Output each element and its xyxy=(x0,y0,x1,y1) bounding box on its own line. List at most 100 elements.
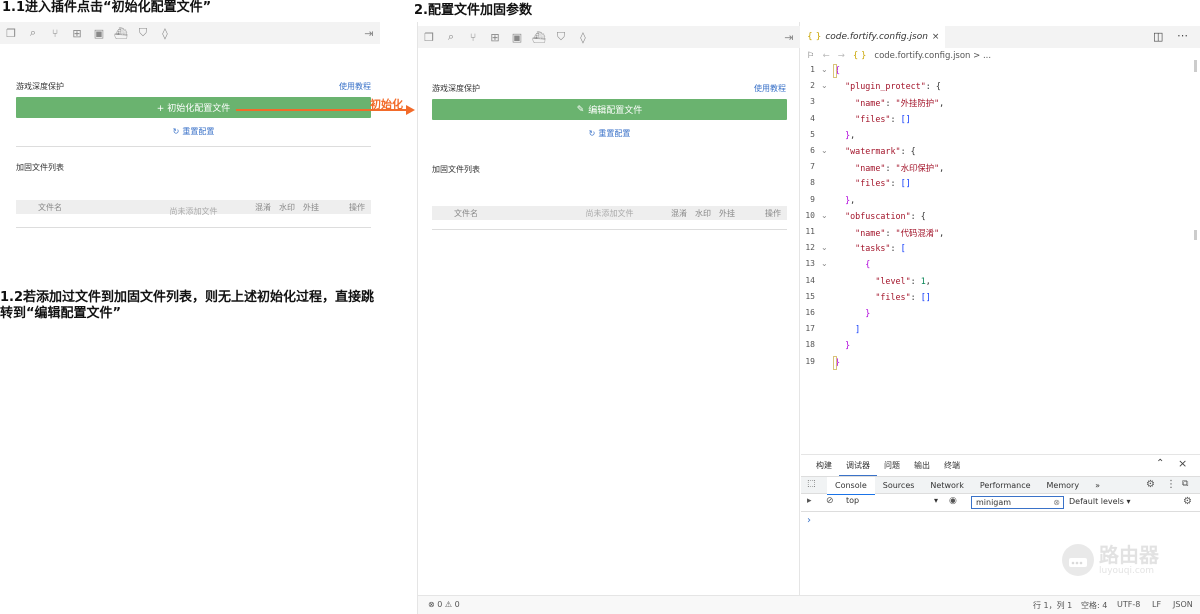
devtools-tab[interactable]: Network xyxy=(922,477,971,495)
devtools-tabs: Console Sources Network Performance Memory» xyxy=(827,477,1108,495)
extensions-icon[interactable]: ⊞ xyxy=(66,22,88,44)
dock-icon[interactable]: ⧉ xyxy=(1182,479,1188,489)
fold-chevron-icon[interactable]: ⌄ xyxy=(821,65,828,74)
line-number: 10 xyxy=(805,210,815,220)
shield-icon[interactable]: ⛉ xyxy=(550,26,572,48)
code-line: }, xyxy=(845,129,856,140)
docker-icon[interactable]: ⛴ xyxy=(110,22,132,44)
panel-tab[interactable]: 问题 xyxy=(877,458,907,476)
levels-select[interactable]: Default levels ▾ xyxy=(1069,497,1131,506)
tab-label: code.fortify.config.json xyxy=(825,32,928,42)
step12-note: 1.2若添加过文件到加固文件列表，则无上述初始化过程，直接跳 转到“编辑配置文件… xyxy=(0,290,400,322)
devtools-tab[interactable]: Sources xyxy=(875,477,923,495)
sidebar-toggle-icon[interactable]: ▸ xyxy=(807,496,812,506)
fold-chevron-icon[interactable]: ⌄ xyxy=(821,146,828,155)
breadcrumb-path[interactable]: code.fortify.config.json > ... xyxy=(874,51,991,61)
console-prompt[interactable]: › xyxy=(807,515,811,526)
edit-config-label: 编辑配置文件 xyxy=(588,106,643,116)
code-editor[interactable]: 1 ⌄ {2 ⌄ "plugin_protect": {3 "name": "外挂防护… xyxy=(801,62,1200,402)
watermark-brand: 路由器 xyxy=(1099,543,1159,567)
code-line: "name": "水印保护", xyxy=(855,163,945,174)
maximize-panel-icon[interactable]: ⌃ xyxy=(1156,458,1164,469)
divider xyxy=(16,146,371,147)
empty-text: 尚未添加文件 xyxy=(169,207,218,216)
extensions-icon[interactable]: ⊞ xyxy=(484,26,506,48)
editor-tab[interactable]: { } code.fortify.config.json × xyxy=(801,26,946,48)
panel-tab[interactable]: 终端 xyxy=(937,458,967,476)
close-icon[interactable]: × xyxy=(932,32,940,42)
reset-config-link[interactable]: ↻ 重置配置 xyxy=(16,126,371,137)
devtools-tab[interactable]: » xyxy=(1087,477,1108,495)
console-toolbar: ▸ ⊘ top ▾ ◉ minigam ⊗ Default levels ▾ ⚙ xyxy=(801,494,1200,512)
reset-config-link[interactable]: ↻ 重置配置 xyxy=(432,128,787,139)
close-panel-icon[interactable]: × xyxy=(1178,457,1187,470)
encoding-status[interactable]: UTF-8 xyxy=(1117,600,1140,609)
sidebar-toolbar: ❐ ⌕ ⑂ ⊞ ▣ ⛴ ⛉ ◊ ⇥ xyxy=(418,26,800,48)
devtools-tab[interactable]: Performance xyxy=(972,477,1039,495)
filter-value: minigam xyxy=(976,498,1012,507)
inspect-icon[interactable]: ⬚ xyxy=(807,479,816,489)
shield-icon[interactable]: ⛉ xyxy=(132,22,154,44)
line-number: 16 xyxy=(805,308,815,317)
code-line: "name": "外挂防护", xyxy=(855,98,945,109)
fold-chevron-icon[interactable]: ⌄ xyxy=(821,81,828,90)
fold-chevron-icon[interactable]: ⌄ xyxy=(821,211,828,220)
problems-status[interactable]: ⊗ 0 ⚠ 0 xyxy=(428,600,460,609)
eol-status[interactable]: LF xyxy=(1152,600,1161,609)
code-line: "tasks": [ xyxy=(855,243,906,254)
copy-icon[interactable]: ❐ xyxy=(418,26,440,48)
tutorial-link[interactable]: 使用教程 xyxy=(754,83,786,94)
panel-toggle-icon[interactable]: ⇥ xyxy=(358,22,380,44)
edit-icon: ✎ xyxy=(576,104,585,115)
fold-chevron-icon[interactable]: ⌄ xyxy=(821,243,828,252)
split-editor-icon[interactable]: ◫ xyxy=(1153,30,1163,43)
divider xyxy=(432,229,787,230)
image-icon[interactable]: ▣ xyxy=(506,26,528,48)
image-icon[interactable]: ▣ xyxy=(88,22,110,44)
code-line: "files": [] xyxy=(875,291,931,302)
eye-icon[interactable]: ◉ xyxy=(949,496,957,506)
settings-icon[interactable]: ⚙ xyxy=(1146,479,1155,490)
search-icon[interactable]: ⌕ xyxy=(440,26,462,48)
json-file-icon: { } xyxy=(807,32,822,42)
kebab-menu-icon[interactable]: ⋮ xyxy=(1166,479,1176,490)
copy-icon[interactable]: ❐ xyxy=(0,22,22,44)
clear-filter-icon[interactable]: ⊗ xyxy=(1053,497,1060,508)
tutorial-link[interactable]: 使用教程 xyxy=(339,81,371,92)
json-file-icon: { } xyxy=(852,51,867,61)
line-number: 1 xyxy=(810,65,815,74)
step12-note-line2: 转到“编辑配置文件” xyxy=(0,306,122,321)
edit-config-button[interactable]: ✎ 编辑配置文件 xyxy=(432,99,787,120)
devtools-tab[interactable]: Console xyxy=(827,477,875,495)
console-settings-icon[interactable]: ⚙ xyxy=(1183,496,1192,507)
clear-console-icon[interactable]: ⊘ xyxy=(826,496,834,506)
bookmark-icon[interactable]: ⚐ xyxy=(807,51,815,61)
panel-tab[interactable]: 输出 xyxy=(907,458,937,476)
more-icon[interactable]: ⋯ xyxy=(1177,29,1188,42)
ide-window: ❐ ⌕ ⑂ ⊞ ▣ ⛴ ⛉ ◊ ⇥ 游戏深度保护 使用教程 ✎ 编辑配置文件 ↻… xyxy=(417,22,1200,614)
panel-tab[interactable]: 调试器 xyxy=(839,458,877,476)
forward-icon[interactable]: → xyxy=(838,51,845,61)
language-status[interactable]: JSON xyxy=(1173,600,1193,609)
status-bar: ⊗ 0 ⚠ 0 行 1，列 1 空格: 4 UTF-8 LF JSON xyxy=(418,595,1200,614)
cursor-position[interactable]: 行 1，列 1 xyxy=(1033,600,1072,611)
droplet-icon[interactable]: ◊ xyxy=(572,26,594,48)
code-line: ] xyxy=(855,324,861,335)
back-icon[interactable]: ← xyxy=(823,51,830,61)
context-select[interactable]: top ▾ xyxy=(846,496,938,509)
source-control-icon[interactable]: ⑂ xyxy=(462,26,484,48)
devtools-tab[interactable]: Memory xyxy=(1039,477,1088,495)
droplet-icon[interactable]: ◊ xyxy=(154,22,176,44)
panel-tabs: 构建 调试器 问题 输出 终端 xyxy=(809,458,967,476)
router-icon xyxy=(1062,544,1094,576)
source-control-icon[interactable]: ⑂ xyxy=(44,22,66,44)
scrollbar-thumb[interactable] xyxy=(1194,60,1197,72)
panel-tab[interactable]: 构建 xyxy=(809,458,839,476)
filter-input[interactable]: minigam ⊗ xyxy=(971,496,1064,509)
fold-chevron-icon[interactable]: ⌄ xyxy=(821,259,828,268)
docker-icon[interactable]: ⛴ xyxy=(528,26,550,48)
divider xyxy=(16,227,371,228)
search-icon[interactable]: ⌕ xyxy=(22,22,44,44)
indent-status[interactable]: 空格: 4 xyxy=(1081,600,1107,611)
panel-toggle-icon[interactable]: ⇥ xyxy=(778,26,800,48)
